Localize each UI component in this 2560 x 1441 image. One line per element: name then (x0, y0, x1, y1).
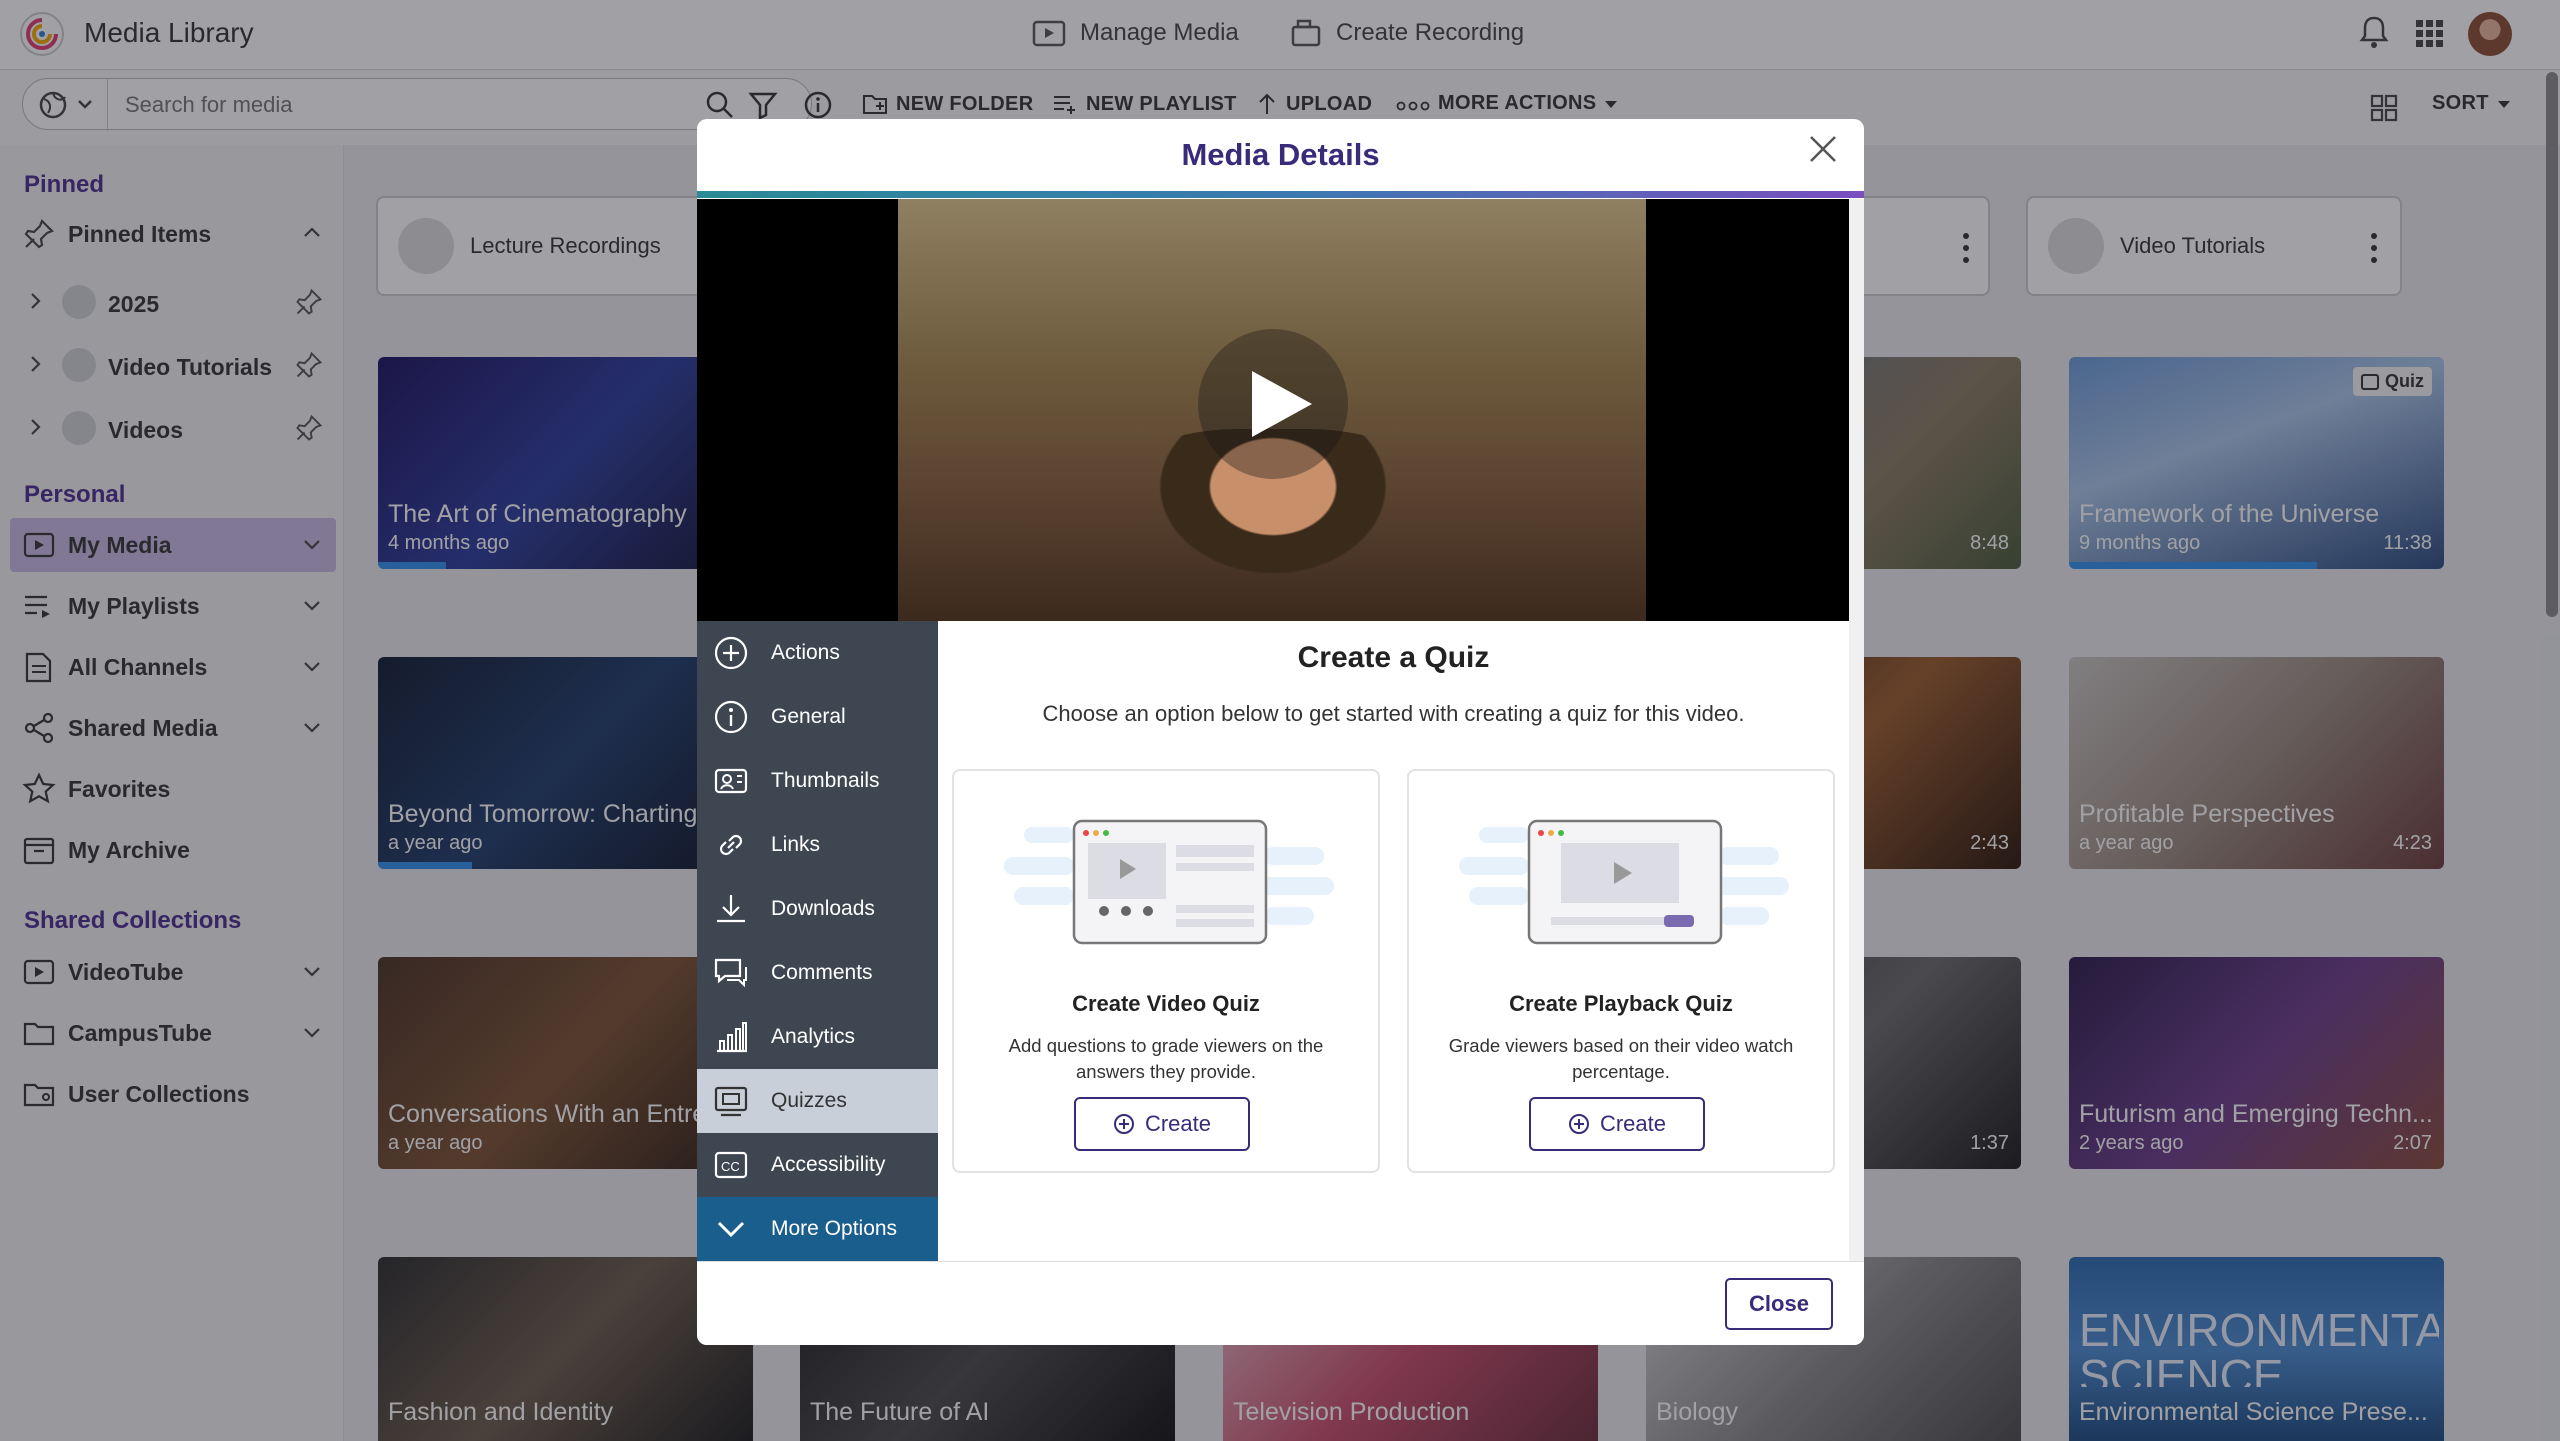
modal-tabs: Actions General Thumbnails Links Downloa… (697, 621, 938, 1261)
tab-label: General (771, 705, 846, 728)
tab-links[interactable]: Links (697, 813, 938, 877)
link-icon (719, 834, 743, 856)
tab-more-options[interactable]: More Options (697, 1197, 938, 1261)
playback-quiz-card: Create Playback Quiz Grade viewers based… (1407, 769, 1835, 1173)
create-playback-quiz-button[interactable]: Create (1529, 1097, 1705, 1151)
media-details-modal: Media Details Actions General Thumbnails… (697, 119, 1864, 1345)
modal-scrollbar[interactable] (1849, 199, 1864, 1261)
tab-downloads[interactable]: Downloads (697, 877, 938, 941)
quiz-icon (714, 1086, 748, 1117)
video-player[interactable] (697, 199, 1849, 621)
modal-title: Media Details (1181, 137, 1380, 172)
create-button-label: Create (1599, 1111, 1667, 1136)
tab-thumbnails[interactable]: Thumbnails (697, 749, 938, 813)
playback-quiz-illustration (1459, 819, 1789, 945)
tab-label: Analytics (771, 1025, 856, 1048)
panel-title: Create a Quiz (1297, 641, 1490, 674)
plus-circle-icon (1568, 1114, 1589, 1134)
tab-accessibility[interactable]: CC Accessibility (697, 1133, 938, 1197)
close-button[interactable]: Close (1725, 1278, 1833, 1330)
create-button-label: Create (1144, 1111, 1212, 1136)
modal-accent-bar (697, 191, 1864, 198)
create-video-quiz-button[interactable]: Create (1074, 1097, 1250, 1151)
video-quiz-illustration (1004, 819, 1334, 945)
tab-label: Links (771, 833, 821, 856)
card-description: Grade viewers based on their video watch… (1448, 1035, 1794, 1082)
tab-label: Thumbnails (771, 769, 880, 792)
tab-actions[interactable]: Actions (697, 621, 938, 685)
tab-label: Quizzes (771, 1089, 847, 1112)
tab-analytics[interactable]: Analytics (697, 1005, 938, 1069)
tab-quizzes[interactable]: Quizzes (697, 1069, 938, 1133)
tab-label: Downloads (771, 897, 875, 920)
close-icon[interactable] (1807, 133, 1839, 165)
chevron-down-icon (717, 1221, 745, 1238)
svg-text:CC: CC (721, 1159, 740, 1174)
tab-general[interactable]: General (697, 685, 938, 749)
thumbnails-icon (714, 768, 748, 794)
comments-icon (714, 958, 747, 988)
panel-description: Choose an option below to get started wi… (1042, 701, 1745, 726)
play-icon (1252, 371, 1312, 437)
card-title: Create Video Quiz (1072, 991, 1260, 1016)
video-frame (898, 199, 1646, 621)
cc-icon: CC (714, 1151, 748, 1179)
plus-circle-icon (714, 636, 748, 670)
tab-comments[interactable]: Comments (697, 941, 938, 1005)
quiz-panel: Create a Quiz Choose an option below to … (938, 621, 1849, 1261)
card-description: Add questions to grade viewers on the an… (1008, 1035, 1324, 1082)
plus-circle-icon (1113, 1114, 1134, 1134)
tab-label: Comments (771, 961, 873, 984)
download-icon (717, 895, 745, 923)
tab-label: More Options (771, 1217, 898, 1240)
video-quiz-card: Create Video Quiz Add questions to grade… (952, 769, 1380, 1173)
analytics-icon (717, 1022, 747, 1053)
tab-label: Actions (771, 641, 840, 664)
card-title: Create Playback Quiz (1509, 991, 1733, 1016)
modal-footer: Close (697, 1261, 1864, 1345)
tab-label: Accessibility (771, 1153, 886, 1176)
play-button[interactable] (1198, 329, 1348, 479)
info-icon (714, 700, 748, 734)
